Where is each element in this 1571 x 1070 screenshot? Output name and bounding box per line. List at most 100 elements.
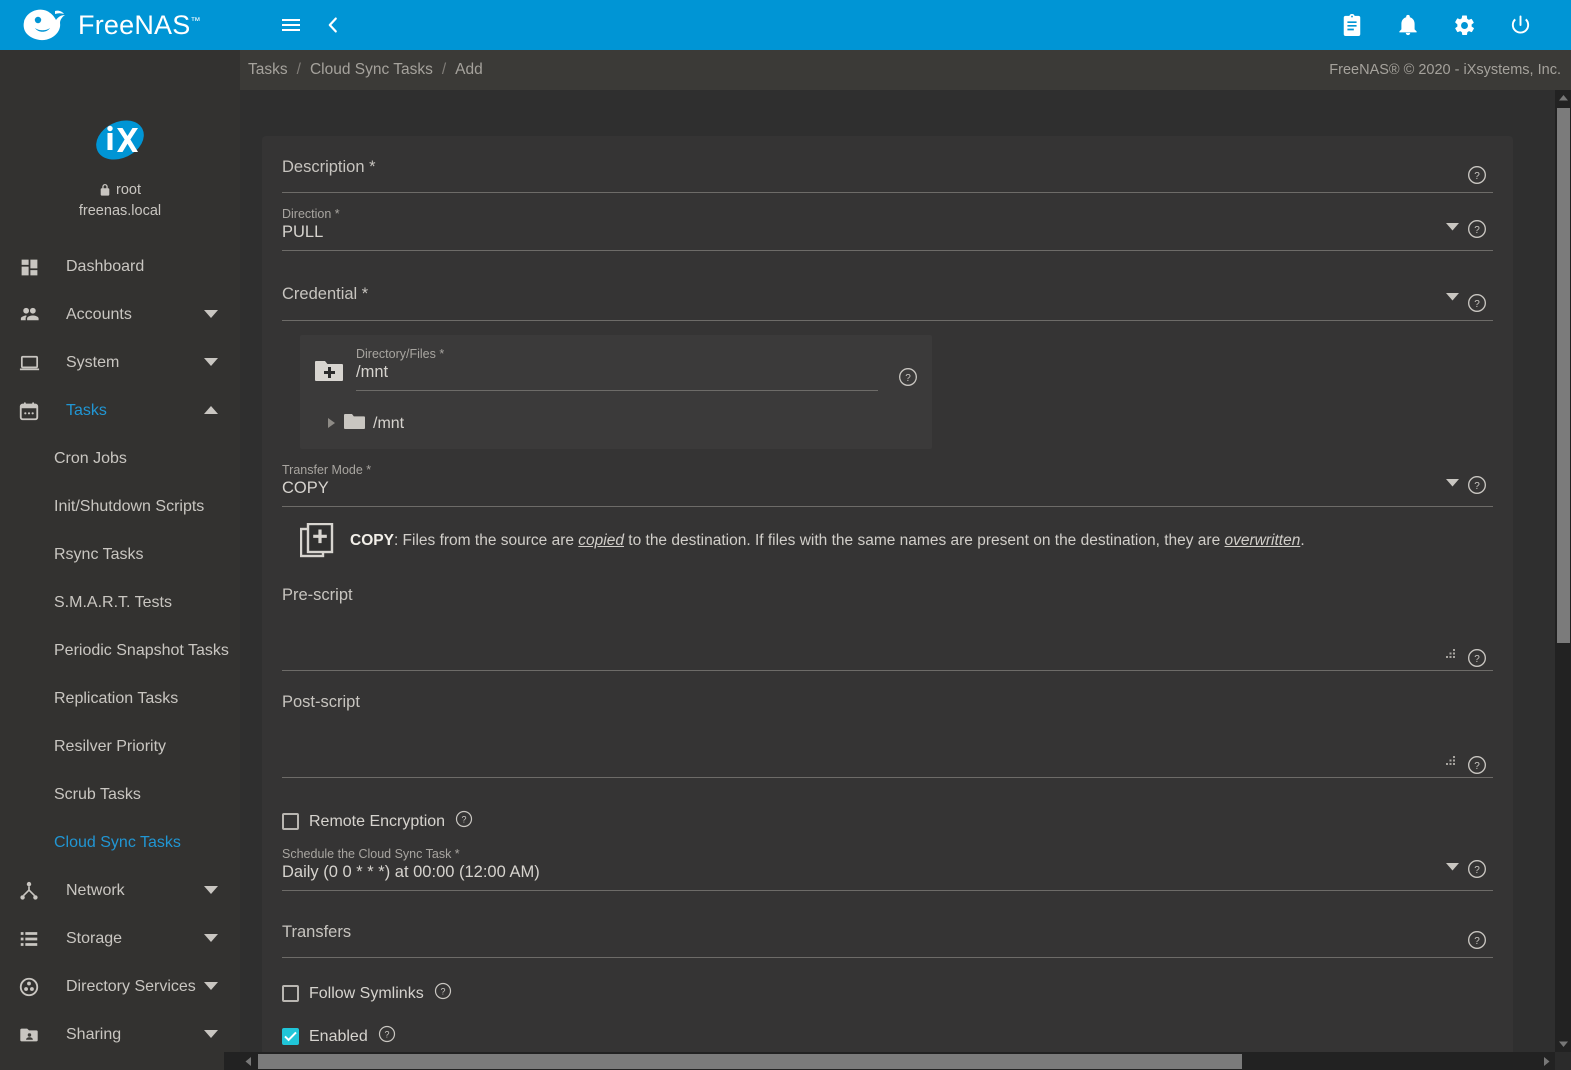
storage-icon	[12, 928, 46, 950]
credential-select-wrap[interactable]: Credential * ?	[282, 285, 1493, 321]
sidebar-item-cron-jobs[interactable]: Cron Jobs	[0, 435, 240, 483]
gear-icon[interactable]	[1443, 4, 1485, 46]
sidebar-item-rsync-tasks[interactable]: Rsync Tasks	[0, 531, 240, 579]
sidebar-item-system[interactable]: System	[0, 339, 240, 387]
vertical-scrollbar[interactable]	[1555, 90, 1571, 1052]
directory-tree-item[interactable]: /mnt	[314, 413, 918, 435]
follow-symlinks-checkbox[interactable]	[282, 985, 299, 1002]
remote-encryption-checkbox[interactable]	[282, 813, 299, 830]
transfers-label: Transfers	[282, 923, 352, 941]
scroll-down-arrow[interactable]	[1555, 1036, 1571, 1052]
transfer-mode-value: COPY	[282, 479, 329, 497]
chevron-up-icon[interactable]	[204, 402, 218, 420]
help-circle-icon[interactable]: ?	[1467, 293, 1487, 313]
folder-add-icon[interactable]	[314, 358, 344, 391]
sidebar-subitem-label: Init/Shutdown Scripts	[54, 498, 205, 515]
sidebar-item-resilver-priority[interactable]: Resilver Priority	[0, 723, 240, 771]
chevron-down-icon[interactable]	[204, 1026, 218, 1044]
clipboard-icon[interactable]	[1331, 4, 1373, 46]
enabled-checkbox[interactable]	[282, 1028, 299, 1045]
transfer-mode-select-wrap[interactable]: Transfer Mode * COPY ?	[282, 463, 1493, 507]
sidebar-subitem-label: Resilver Priority	[54, 738, 167, 755]
sidebar-item-accounts[interactable]: Accounts	[0, 291, 240, 339]
caret-down-icon[interactable]	[1446, 288, 1459, 306]
sidebar-item-init-shutdown-scripts[interactable]: Init/Shutdown Scripts	[0, 483, 240, 531]
sidebar-subitem-label: S.M.A.R.T. Tests	[54, 594, 172, 611]
chevron-down-icon[interactable]	[204, 882, 218, 900]
follow-symlinks-label: Follow Symlinks	[309, 984, 424, 1002]
hamburger-icon[interactable]	[270, 4, 312, 46]
scroll-right-arrow[interactable]	[1539, 1052, 1555, 1070]
directory-files-label: Directory/Files *	[356, 347, 445, 361]
sidebar-item-replication-tasks[interactable]: Replication Tasks	[0, 675, 240, 723]
breadcrumb-item-cloud-sync-tasks[interactable]: Cloud Sync Tasks	[310, 61, 433, 79]
sidebar-item-dashboard[interactable]: Dashboard	[0, 243, 240, 291]
vertical-scrollbar-thumb[interactable]	[1557, 108, 1570, 643]
sidebar-item-network[interactable]: Network	[0, 867, 240, 915]
help-circle-icon[interactable]: ?	[434, 982, 452, 1005]
svg-text:?: ?	[462, 814, 467, 824]
power-icon[interactable]	[1499, 4, 1541, 46]
breadcrumb-item-add[interactable]: Add	[455, 61, 483, 79]
pre-script-wrap[interactable]: Pre-script ?	[282, 586, 1493, 671]
follow-symlinks-row[interactable]: Follow Symlinks ?	[282, 972, 1493, 1015]
sidebar-item-storage[interactable]: Storage	[0, 915, 240, 963]
caret-down-icon[interactable]	[1446, 858, 1459, 876]
brand-logo-area[interactable]: FreeNAS™	[0, 0, 240, 50]
chevron-left-icon[interactable]	[312, 4, 354, 46]
breadcrumb-item-tasks[interactable]: Tasks	[248, 61, 288, 79]
remote-encryption-row[interactable]: Remote Encryption ?	[282, 800, 1493, 843]
help-circle-icon[interactable]: ?	[1467, 165, 1487, 185]
sidebar-item-services[interactable]: Services	[0, 1059, 240, 1070]
direction-value: PULL	[282, 223, 324, 241]
horizontal-scrollbar[interactable]	[240, 1052, 1555, 1070]
help-circle-icon[interactable]: ?	[1467, 930, 1487, 950]
help-circle-icon[interactable]: ?	[898, 367, 918, 387]
scroll-left-arrow[interactable]	[240, 1052, 256, 1070]
pre-script-input[interactable]	[282, 614, 1449, 670]
sidebar-item-label: Storage	[66, 930, 123, 947]
bell-icon[interactable]	[1387, 4, 1429, 46]
svg-text:?: ?	[384, 1029, 389, 1039]
chevron-down-icon[interactable]	[204, 978, 218, 996]
horizontal-scrollbar-thumb[interactable]	[258, 1054, 1242, 1069]
caret-down-icon[interactable]	[1446, 218, 1459, 236]
help-circle-icon[interactable]: ?	[1467, 648, 1487, 668]
credential-field: Credential * ?	[282, 285, 1493, 321]
scrollbar-corner	[1555, 1052, 1571, 1070]
help-circle-icon[interactable]: ?	[455, 810, 473, 833]
help-circle-icon[interactable]: ?	[1467, 219, 1487, 239]
enabled-row[interactable]: Enabled ?	[282, 1015, 1493, 1052]
caret-down-icon[interactable]	[1446, 474, 1459, 492]
transfers-input-wrap[interactable]: Transfers ?	[282, 923, 1493, 958]
sidebar-item-cloud-sync-tasks[interactable]: Cloud Sync Tasks	[0, 819, 240, 867]
sidebar-item-tasks[interactable]: Tasks	[0, 387, 240, 435]
post-script-wrap[interactable]: Post-script ?	[282, 693, 1493, 778]
help-circle-icon[interactable]: ?	[1467, 755, 1487, 775]
transfers-field: Transfers ?	[282, 923, 1493, 958]
direction-select-wrap[interactable]: Direction * PULL ?	[282, 207, 1493, 251]
resize-grip-icon[interactable]	[1445, 646, 1457, 664]
schedule-select-wrap[interactable]: Schedule the Cloud Sync Task * Daily (0 …	[282, 847, 1493, 891]
sidebar-item-scrub-tasks[interactable]: Scrub Tasks	[0, 771, 240, 819]
chevron-down-icon[interactable]	[204, 306, 218, 324]
sidebar-item-sharing[interactable]: Sharing	[0, 1011, 240, 1059]
sidebar-item-periodic-snapshot-tasks[interactable]: Periodic Snapshot Tasks	[0, 627, 240, 675]
help-circle-icon[interactable]: ?	[378, 1025, 396, 1048]
sidebar-item-label: Directory Services	[66, 978, 196, 995]
post-script-input[interactable]	[282, 721, 1449, 777]
help-circle-icon[interactable]: ?	[1467, 859, 1487, 879]
hint-text-2: to the destination. If files with the sa…	[623, 532, 1225, 549]
sidebar-item-directory-services[interactable]: Directory Services	[0, 963, 240, 1011]
directory-files-input-line[interactable]: /mnt	[356, 361, 878, 391]
chevron-down-icon[interactable]	[204, 930, 218, 948]
chevron-down-icon[interactable]	[204, 354, 218, 372]
help-circle-icon[interactable]: ?	[1467, 475, 1487, 495]
sidebar-item-label: System	[66, 354, 120, 371]
triangle-right-icon[interactable]	[328, 415, 336, 433]
svg-text:?: ?	[1474, 864, 1480, 875]
scroll-up-arrow[interactable]	[1555, 90, 1571, 106]
sidebar-item-smart-tests[interactable]: S.M.A.R.T. Tests	[0, 579, 240, 627]
svg-text:?: ?	[1474, 480, 1480, 491]
resize-grip-icon[interactable]	[1445, 753, 1457, 771]
